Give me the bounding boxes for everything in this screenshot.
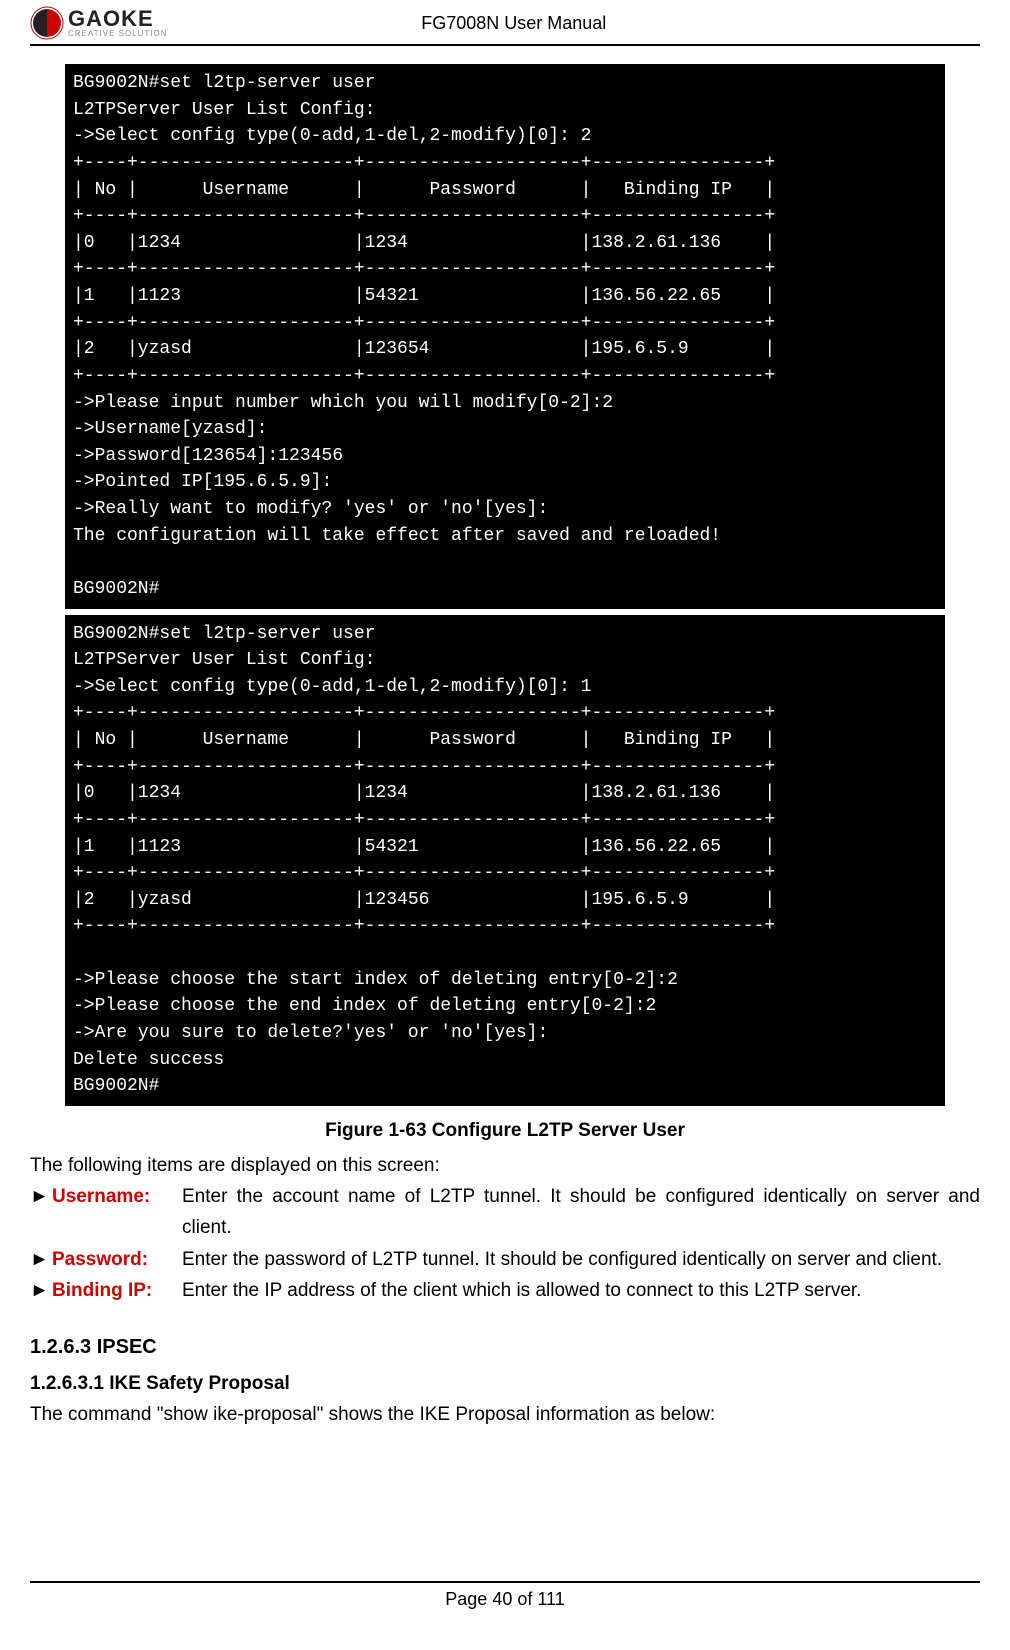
- page-header: GAOKE CREATIVE SOLUTION FG7008N User Man…: [30, 0, 980, 46]
- field-item: ►Password:Enter the password of L2TP tun…: [30, 1244, 980, 1275]
- brand-subtitle: CREATIVE SOLUTION: [68, 30, 168, 38]
- bullet-marker: ►: [30, 1244, 52, 1275]
- field-item: ►Username:Enter the account name of L2TP…: [30, 1181, 980, 1244]
- document-title: FG7008N User Manual: [168, 13, 980, 34]
- field-label: Binding IP:: [52, 1275, 182, 1306]
- terminal-screenshot-delete: BG9002N#set l2tp-server user L2TPServer …: [65, 615, 945, 1106]
- field-item: ►Binding IP:Enter the IP address of the …: [30, 1275, 980, 1306]
- subsection-heading-ike: 1.2.6.3.1 IKE Safety Proposal: [30, 1373, 980, 1395]
- field-description: Enter the account name of L2TP tunnel. I…: [182, 1181, 980, 1244]
- intro-text: The following items are displayed on thi…: [30, 1150, 980, 1181]
- section-heading-ipsec: 1.2.6.3 IPSEC: [30, 1336, 980, 1359]
- bullet-marker: ►: [30, 1275, 52, 1306]
- page-footer: Page 40 of 111: [30, 1581, 980, 1610]
- terminal-screenshot-modify: BG9002N#set l2tp-server user L2TPServer …: [65, 64, 945, 609]
- brand-logo-icon: [30, 6, 64, 40]
- field-label: Password:: [52, 1244, 182, 1275]
- bullet-marker: ►: [30, 1181, 52, 1244]
- subsection-text: The command "show ike-proposal" shows th…: [30, 1399, 980, 1430]
- brand-logo: GAOKE CREATIVE SOLUTION: [30, 6, 168, 40]
- field-description: Enter the password of L2TP tunnel. It sh…: [182, 1244, 980, 1275]
- field-description: Enter the IP address of the client which…: [182, 1275, 980, 1306]
- figure-caption: Figure 1-63 Configure L2TP Server User: [30, 1120, 980, 1142]
- field-label: Username:: [52, 1181, 182, 1244]
- brand-name: GAOKE: [68, 8, 168, 30]
